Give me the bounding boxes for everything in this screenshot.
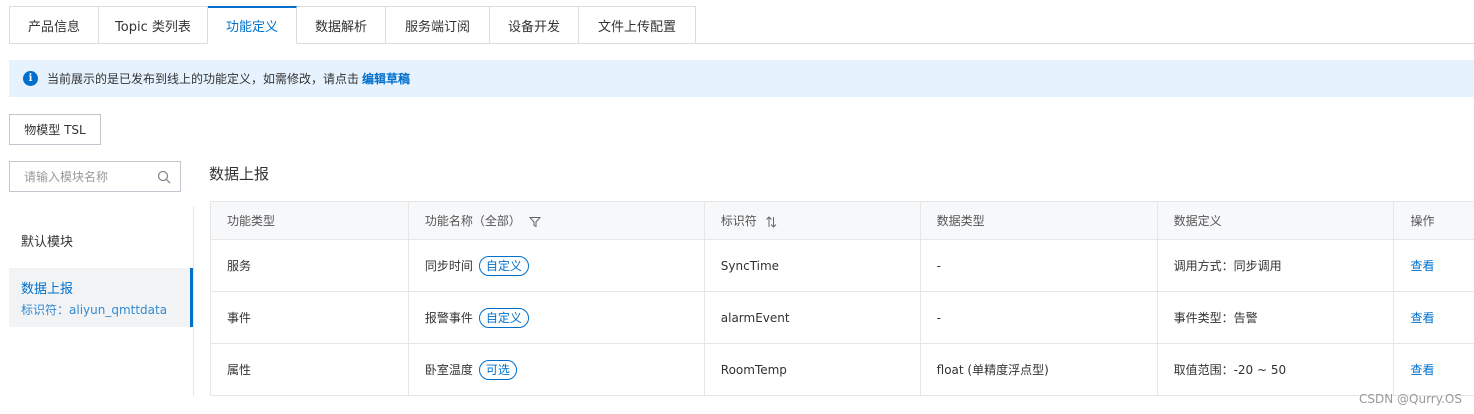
- cell-data-definition: 调用方式：同步调用: [1156, 239, 1395, 292]
- tsl-model-button[interactable]: 物模型 TSL: [9, 114, 101, 145]
- search-icon[interactable]: [157, 170, 171, 184]
- function-table: 功能类型 功能名称（全部） 标识符 数据类型 数据定义 操作 服务 同步时间 自…: [210, 201, 1474, 396]
- cell-identifier: alarmEvent: [703, 291, 921, 344]
- info-icon: i: [23, 71, 38, 86]
- module-name: 数据上报: [21, 282, 74, 297]
- cell-function-type: 服务: [210, 239, 409, 292]
- cell-function-name: 报警事件 自定义: [407, 291, 705, 344]
- edit-draft-link[interactable]: 编辑草稿: [362, 70, 410, 87]
- view-link[interactable]: 查看: [1410, 259, 1434, 273]
- cell-data-definition: 事件类型：告警: [1156, 291, 1395, 344]
- cell-action: 查看: [1393, 291, 1474, 344]
- filter-icon[interactable]: [528, 216, 541, 228]
- cell-action: 查看: [1393, 343, 1474, 396]
- module-identifier: 标识符：aliyun_qmttdata: [21, 303, 168, 317]
- tab-function-definition[interactable]: 功能定义: [208, 6, 297, 44]
- cell-identifier: SyncTime: [703, 239, 921, 292]
- header-function-name: 功能名称（全部）: [407, 201, 705, 240]
- tag-badge: 自定义: [478, 307, 529, 328]
- cell-function-type: 属性: [210, 343, 409, 396]
- cell-function-type: 事件: [210, 291, 409, 344]
- cell-action: 查看: [1393, 239, 1474, 292]
- view-link[interactable]: 查看: [1410, 311, 1434, 325]
- watermark: CSDN @Qurry.OS: [1358, 392, 1462, 406]
- header-data-definition: 数据定义: [1156, 201, 1395, 240]
- cell-data-definition: 取值范围：-20 ~ 50: [1156, 343, 1395, 396]
- cell-identifier: RoomTemp: [703, 343, 921, 396]
- tab-topic-list[interactable]: Topic 类列表: [99, 6, 208, 44]
- table-header-row: 功能类型 功能名称（全部） 标识符 数据类型 数据定义 操作: [210, 201, 1474, 240]
- module-search: [9, 161, 181, 192]
- tab-product-info[interactable]: 产品信息: [9, 6, 99, 44]
- header-action: 操作: [1393, 201, 1474, 240]
- view-link[interactable]: 查看: [1410, 363, 1434, 377]
- section-title: 数据上报: [209, 165, 270, 183]
- table-row: 服务 同步时间 自定义 SyncTime - 调用方式：同步调用 查看: [210, 239, 1474, 292]
- sort-icon[interactable]: [765, 215, 777, 228]
- table-row: 事件 报警事件 自定义 alarmEvent - 事件类型：告警 查看: [210, 291, 1474, 344]
- header-data-type: 数据类型: [919, 201, 1158, 240]
- tag-badge: 可选: [478, 359, 517, 380]
- tag-badge: 自定义: [478, 255, 529, 276]
- cell-data-type: -: [919, 239, 1158, 292]
- module-item-data-report[interactable]: 数据上报 标识符：aliyun_qmttdata: [9, 268, 193, 327]
- cell-function-name: 卧室温度 可选: [407, 343, 705, 396]
- sidebar-divider: [193, 206, 194, 396]
- tab-data-parsing[interactable]: 数据解析: [297, 6, 386, 44]
- tab-bar: 产品信息 Topic 类列表 功能定义 数据解析 服务端订阅 设备开发 文件上传…: [9, 6, 696, 44]
- header-identifier: 标识符: [703, 201, 921, 240]
- cell-function-name: 同步时间 自定义: [407, 239, 705, 292]
- module-item-default[interactable]: 默认模块: [9, 214, 193, 266]
- header-function-type: 功能类型: [210, 201, 409, 240]
- info-notice: i 当前展示的是已发布到线上的功能定义，如需修改，请点击 编辑草稿: [9, 60, 1474, 97]
- cell-data-type: -: [919, 291, 1158, 344]
- cell-data-type: float (单精度浮点型): [919, 343, 1158, 396]
- table-row: 属性 卧室温度 可选 RoomTemp float (单精度浮点型) 取值范围：-…: [210, 343, 1474, 396]
- module-name: 默认模块: [21, 234, 74, 250]
- tab-device-development[interactable]: 设备开发: [490, 6, 579, 44]
- module-search-input[interactable]: [24, 169, 154, 184]
- notice-text: 当前展示的是已发布到线上的功能定义，如需修改，请点击: [47, 72, 360, 86]
- tab-file-upload-config[interactable]: 文件上传配置: [579, 6, 696, 44]
- tab-server-subscription[interactable]: 服务端订阅: [386, 6, 490, 44]
